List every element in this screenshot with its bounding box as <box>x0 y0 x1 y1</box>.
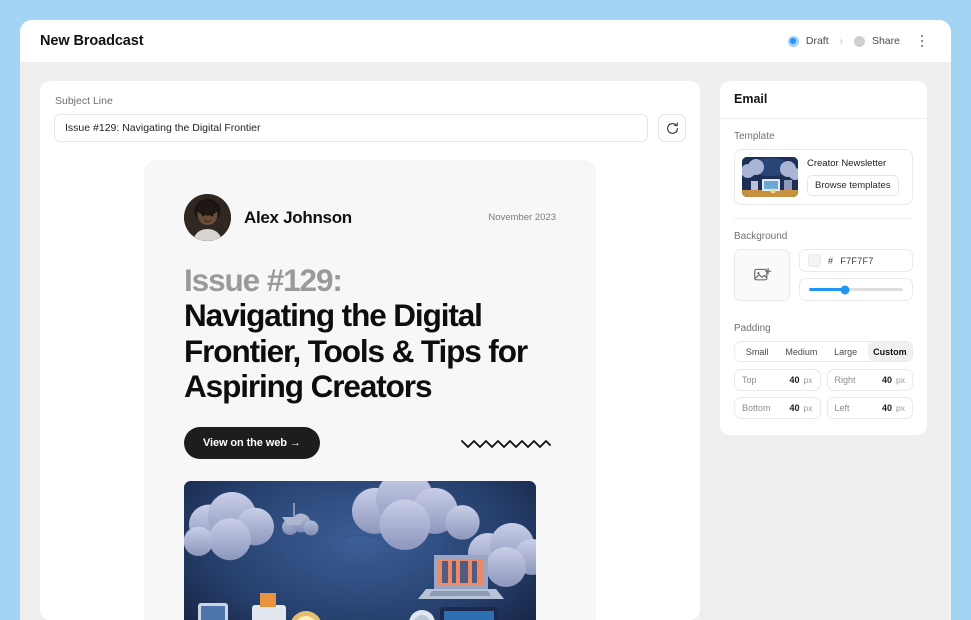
padding-fields-grid: Top 40 px Right 40 px Bottom 40 px Left 40 px <box>734 369 913 419</box>
email-settings-panel: Email Template <box>720 81 927 435</box>
padding-field-value: 40 <box>882 375 892 385</box>
view-on-web-button[interactable]: View on the web → <box>184 427 320 459</box>
subject-line-row <box>54 114 686 142</box>
top-bar: New Broadcast Draft › Share <box>20 20 951 63</box>
template-thumbnail <box>742 157 798 197</box>
background-hex-value: F7F7F7 <box>840 256 873 266</box>
headline-main: Navigating the Digital Frontier, Tools &… <box>184 297 527 404</box>
share-label: Share <box>872 35 900 47</box>
avatar <box>184 194 231 241</box>
opacity-slider-field[interactable] <box>799 278 913 301</box>
padding-field-label: Right <box>835 375 856 385</box>
add-image-icon[interactable] <box>734 249 790 301</box>
background-controls: # F7F7F7 <box>734 249 913 301</box>
template-name: Creator Newsletter <box>807 158 905 169</box>
cta-row: View on the web → <box>184 427 556 459</box>
padding-preset-group: SmallMediumLargeCustom <box>734 341 913 362</box>
background-label: Background <box>734 231 913 242</box>
section-padding: Padding SmallMediumLargeCustom Top40pxRi… <box>720 301 927 435</box>
headline-eyebrow: Issue #129: <box>184 263 556 298</box>
padding-preset-small[interactable]: Small <box>735 342 779 361</box>
background-hex-field[interactable]: # F7F7F7 <box>799 249 913 272</box>
padding-field-value: 40 <box>790 375 800 385</box>
status-separator-icon: › <box>838 36 845 47</box>
opacity-slider-thumb[interactable] <box>840 285 849 294</box>
padding-field-unit: px <box>804 403 813 413</box>
section-background: Background # F7F <box>720 219 927 301</box>
ai-refresh-icon[interactable] <box>658 114 686 142</box>
workspace: Subject Line <box>20 63 951 620</box>
sidebar-header: Email <box>720 81 927 119</box>
color-swatch[interactable] <box>808 254 821 267</box>
editor-card: Subject Line <box>40 81 700 620</box>
padding-preset-medium[interactable]: Medium <box>779 342 823 361</box>
draft-label: Draft <box>806 35 829 47</box>
app-window: New Broadcast Draft › Share Subject Line <box>20 20 951 620</box>
more-options-icon[interactable] <box>913 31 931 51</box>
padding-field-unit: px <box>896 403 905 413</box>
browse-templates-button[interactable]: Browse templates <box>807 175 899 196</box>
hash-symbol: # <box>828 256 833 266</box>
padding-preset-large[interactable]: Large <box>824 342 868 361</box>
template-card[interactable]: Creator Newsletter Browse templates <box>734 149 913 205</box>
background-color-controls: # F7F7F7 <box>799 249 913 301</box>
padding-preset-custom[interactable]: Custom <box>868 342 912 361</box>
padding-field-right[interactable]: Right 40 px <box>827 369 914 391</box>
hero-illustration <box>184 481 536 620</box>
padding-label: Padding <box>734 323 913 334</box>
padding-field-top[interactable]: Top 40 px <box>734 369 821 391</box>
section-template: Template <box>720 119 927 219</box>
preview-header: Alex Johnson November 2023 <box>184 194 556 241</box>
issue-date: November 2023 <box>488 212 556 223</box>
padding-field-label: Left <box>835 403 850 413</box>
status-draft[interactable]: Draft <box>788 35 829 47</box>
topbar-actions: Draft › Share <box>788 31 931 51</box>
share-status-dot <box>854 36 865 47</box>
page-title: New Broadcast <box>40 33 143 49</box>
draft-status-dot <box>788 36 799 47</box>
padding-field-value: 40 <box>882 403 892 413</box>
status-share[interactable]: Share <box>854 35 900 47</box>
email-preview[interactable]: Alex Johnson November 2023 Issue #129:Na… <box>144 160 596 620</box>
template-info: Creator Newsletter Browse templates <box>807 158 905 196</box>
author-name: Alex Johnson <box>244 208 352 228</box>
opacity-slider-track[interactable] <box>809 288 903 291</box>
subject-input[interactable] <box>54 114 648 142</box>
preview-headline: Issue #129:Navigating the Digital Fronti… <box>184 263 556 404</box>
padding-field-left[interactable]: Left 40 px <box>827 397 914 419</box>
padding-field-unit: px <box>896 375 905 385</box>
padding-field-value: 40 <box>790 403 800 413</box>
zigzag-squiggle-icon <box>460 436 552 450</box>
padding-field-unit: px <box>804 375 813 385</box>
padding-field-label: Top <box>742 375 757 385</box>
padding-field-label: Bottom <box>742 403 771 413</box>
padding-field-bottom[interactable]: Bottom 40 px <box>734 397 821 419</box>
subject-line-label: Subject Line <box>55 95 686 107</box>
sidebar-title: Email <box>734 92 913 106</box>
template-label: Template <box>734 131 913 142</box>
